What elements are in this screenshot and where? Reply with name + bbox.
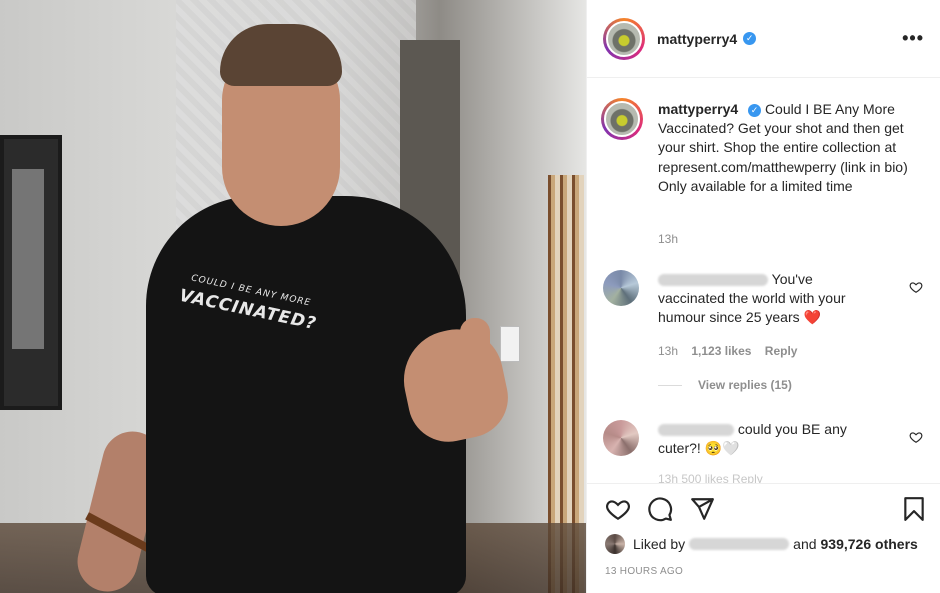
caption-time[interactable]: 13h	[658, 232, 678, 246]
share-paper-plane-icon[interactable]	[689, 496, 715, 522]
save-bookmark-icon[interactable]	[901, 496, 927, 522]
comment-meta-partial: 13h 500 likes Reply	[658, 472, 763, 483]
likes-count[interactable]: 939,726 others	[821, 536, 918, 552]
commenter-avatar[interactable]	[603, 270, 639, 306]
liked-by-and: and	[793, 536, 817, 552]
post-header: mattyperry4 ✓ •••	[587, 0, 940, 78]
liked-by-prefix: Liked by	[633, 536, 686, 552]
comment-time[interactable]: 13h	[658, 344, 678, 358]
caption-verified-icon: ✓	[748, 103, 762, 117]
light-switch	[500, 326, 520, 362]
profile-avatar-ring[interactable]	[603, 17, 645, 60]
more-options-icon[interactable]: •••	[902, 28, 924, 49]
caption-avatar-ring[interactable]	[601, 98, 643, 140]
comment-text-block: could you BE any cuter?! 🥺🤍	[658, 420, 878, 458]
like-comment-heart-icon[interactable]	[909, 430, 923, 444]
post-photo[interactable]: COULD I BE ANY MORE VACCINATED?	[0, 0, 586, 593]
post-time-ago[interactable]: 13 HOURS AGO	[605, 566, 683, 577]
post-actions: Liked by and 939,726 others 13 HOURS AGO	[587, 483, 940, 593]
person-hair	[220, 24, 342, 86]
comment-meta: 13h 1,123 likes Reply	[658, 344, 807, 358]
emoji: 🥺🤍	[704, 440, 740, 457]
liked-by-line: Liked by and 939,726 others	[605, 534, 922, 554]
comment-item: You've vaccinated the world with your hu…	[603, 270, 923, 380]
comment-likes[interactable]: 1,123 likes	[691, 344, 751, 358]
profile-avatar[interactable]	[606, 20, 642, 57]
liked-by-avatar[interactable]	[605, 534, 625, 554]
comment-reply-button[interactable]: Reply	[765, 344, 798, 358]
mirror	[0, 135, 62, 410]
view-replies-link[interactable]: View replies (15)	[658, 378, 792, 392]
like-heart-icon[interactable]	[605, 496, 631, 522]
like-comment-heart-icon[interactable]	[909, 280, 923, 294]
comment-item: could you BE any cuter?! 🥺🤍	[603, 420, 923, 483]
post-sidebar: mattyperry4 ✓ ••• mattyperry4 ✓ Could I …	[586, 0, 940, 593]
caption-text-block: mattyperry4 ✓ Could I BE Any More Vaccin…	[658, 100, 908, 196]
thumb	[460, 318, 490, 380]
header-username[interactable]: mattyperry4	[657, 31, 737, 47]
comment-text-block: You've vaccinated the world with your hu…	[658, 270, 878, 328]
red-heart-emoji: ❤️	[803, 309, 821, 326]
comment-bubble-icon[interactable]	[647, 496, 673, 522]
verified-badge-icon: ✓	[743, 32, 757, 45]
blurred-username[interactable]	[658, 424, 734, 437]
commenter-avatar[interactable]	[603, 420, 639, 456]
caption-username[interactable]: mattyperry4	[658, 101, 738, 117]
comments-section[interactable]: mattyperry4 ✓ Could I BE Any More Vaccin…	[587, 78, 940, 483]
blurred-username[interactable]	[658, 274, 768, 287]
caption-avatar[interactable]	[604, 101, 640, 137]
blurred-liker-name[interactable]	[689, 538, 790, 550]
